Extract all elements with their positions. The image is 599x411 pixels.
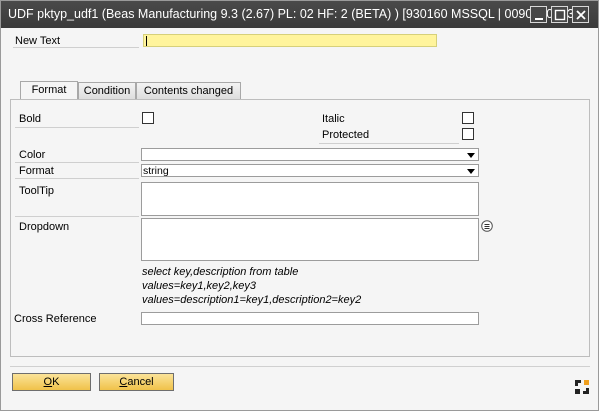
dropdown-hint-line-1: select key,description from table [142,266,299,278]
italic-checkbox[interactable] [462,112,474,124]
cross-reference-label: Cross Reference [14,313,97,325]
italic-label: Italic [322,113,345,125]
bold-label: Bold [19,113,42,125]
dropdown-textarea[interactable] [141,218,479,261]
dropdown-hint-line-2: values=key1,key2,key3 [142,280,257,292]
tab-format[interactable]: Format [20,81,78,100]
tab-condition[interactable]: Condition [78,82,136,100]
cross-reference-input[interactable] [141,312,479,325]
tab-contents-changed[interactable]: Contents changed [136,82,241,100]
protected-divider [319,143,459,144]
window-title: UDF pktyp_udf1 (Beas Manufacturing 9.3 (… [8,7,578,21]
close-icon[interactable] [572,6,589,23]
format-divider [15,178,139,179]
expand-corner-icon[interactable] [574,379,590,395]
tooltip-divider [15,216,139,217]
chevron-down-icon [467,153,475,158]
title-bar[interactable]: UDF pktyp_udf1 (Beas Manufacturing 9.3 (… [1,1,598,28]
color-divider [15,162,139,163]
ok-button[interactable]: OK [12,373,91,391]
tooltip-textarea[interactable] [141,182,479,216]
format-select[interactable]: string [141,164,479,177]
new-text-input[interactable] [143,34,437,47]
udf-dialog-window: UDF pktyp_udf1 (Beas Manufacturing 9.3 (… [0,0,599,411]
dropdown-hint-line-3: values=description1=key1,description2=ke… [142,294,362,306]
new-text-divider [13,47,139,48]
format-label: Format [19,165,54,177]
footer-divider [10,366,590,367]
text-caret [146,36,147,46]
chevron-down-icon [467,169,475,174]
protected-label: Protected [322,129,370,141]
maximize-icon[interactable] [551,6,568,23]
dropdown-label: Dropdown [19,221,70,233]
cancel-button[interactable]: Cancel [99,373,174,391]
color-select[interactable] [141,148,479,161]
new-text-label: New Text [15,35,61,47]
list-options-icon[interactable] [481,220,493,232]
bold-divider [15,127,139,128]
bold-checkbox[interactable] [142,112,154,124]
minimize-icon[interactable] [530,6,547,23]
protected-checkbox[interactable] [462,128,474,140]
color-label: Color [19,149,46,161]
tooltip-label: ToolTip [19,185,55,197]
